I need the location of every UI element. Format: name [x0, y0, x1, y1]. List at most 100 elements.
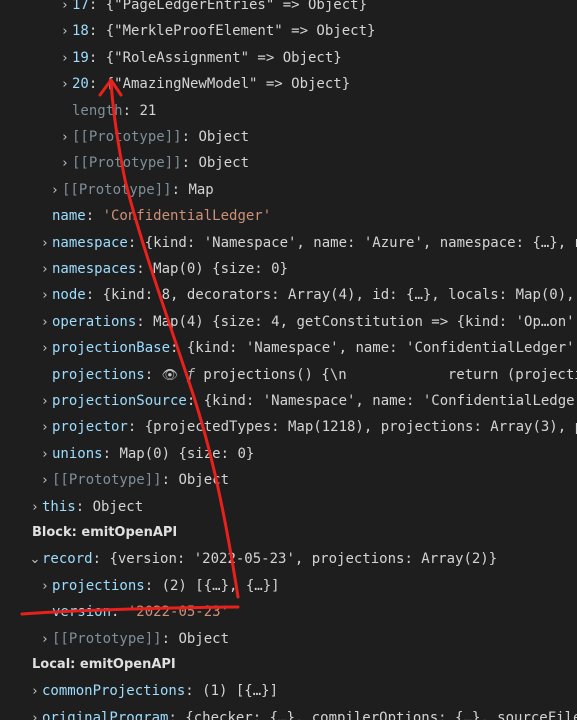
variable-name: commonProjections — [42, 683, 186, 700]
variable-name: 20 — [72, 76, 89, 93]
variable-row[interactable]: › 19: {"RoleAssignment" => Object} — [0, 45, 577, 71]
chevron-right-icon[interactable]: › — [28, 679, 42, 704]
variable-name: 17 — [72, 0, 89, 13]
chevron-right-icon[interactable]: › — [38, 574, 52, 599]
chevron-right-icon[interactable]: › — [38, 231, 52, 256]
variable-name: [[Prototype]] — [62, 181, 172, 198]
variable-row[interactable]: › node: {kind: 8, decorators: Array(4), i… — [0, 282, 577, 308]
variable-row[interactable]: name: 'ConfidentialLedger' — [0, 203, 577, 229]
variable-name: unions — [52, 445, 103, 462]
separator: : — [75, 498, 93, 515]
variable-name: name — [52, 208, 86, 225]
variable-row[interactable]: › projector: {projectedTypes: Map(1218), … — [0, 414, 577, 440]
variable-value: '2022-05-23' — [127, 604, 230, 621]
separator: : — [185, 683, 203, 700]
chevron-right-icon[interactable]: › — [38, 627, 52, 652]
variable-name: projectionBase — [52, 340, 171, 357]
chevron-right-icon[interactable]: › — [38, 468, 52, 493]
variable-row[interactable]: › operations: Map(4) {size: 4, getConstit… — [0, 309, 577, 335]
separator: : — [85, 208, 103, 225]
chevron-right-icon[interactable]: › — [28, 706, 42, 720]
variable-value: Object — [198, 129, 250, 145]
variable-name: version — [52, 604, 112, 621]
chevron-right-icon[interactable]: › — [48, 178, 62, 203]
variable-name: namespaces — [52, 261, 137, 277]
variable-row[interactable]: › this: Object — [0, 494, 577, 520]
variable-row[interactable]: › [[Prototype]]: Object — [0, 124, 577, 150]
variable-name: [[Prototype]] — [72, 129, 182, 145]
variable-row[interactable]: › 18: {"MerkleProofElement" => Object} — [0, 18, 577, 44]
variable-value: {kind: 'Namespace', name: 'ConfidentialL… — [186, 340, 577, 357]
variable-row[interactable]: projections: 👁 ƒ projections() {\n retur… — [0, 362, 577, 388]
variable-row[interactable]: › unions: Map(0) {size: 0} — [0, 441, 577, 467]
variable-row[interactable]: › 17: {"PageLedgerEntries" => Object} — [0, 0, 577, 18]
variable-row[interactable]: › originalProgram: {checker: {…}, compile… — [0, 705, 577, 720]
variable-row[interactable]: › projectionSource: {kind: 'Namespace', n… — [0, 388, 577, 414]
chevron-right-icon[interactable]: › — [38, 389, 52, 414]
separator: : — [88, 23, 106, 40]
chevron-right-icon[interactable]: › — [58, 19, 72, 44]
variable-row[interactable]: ⌄ record: {version: '2022-05-23', project… — [0, 546, 577, 572]
chevron-right-icon[interactable]: › — [58, 125, 72, 150]
separator: : — [144, 577, 162, 594]
section-title: Local: emitOpenAPI — [32, 657, 176, 672]
separator: : — [181, 129, 199, 145]
chevron-down-icon[interactable]: ⌄ — [28, 547, 42, 572]
scope-section-header[interactable]: Local: emitOpenAPI — [0, 652, 577, 678]
variable-value: 'ConfidentialLedger' — [102, 208, 272, 225]
variable-name: [[Prototype]] — [72, 155, 182, 172]
variable-value: {version: '2022-05-23', projections: Arr… — [109, 551, 498, 568]
variable-row[interactable]: › projectionBase: {kind: 'Namespace', nam… — [0, 335, 577, 361]
chevron-right-icon[interactable]: › — [38, 415, 52, 440]
chevron-right-icon[interactable]: › — [58, 46, 72, 71]
chevron-right-icon[interactable]: › — [28, 495, 42, 520]
eye-icon[interactable]: 👁 — [162, 368, 179, 383]
variable-row[interactable]: › namespace: {kind: 'Namespace', name: 'A… — [0, 230, 577, 256]
separator: : — [122, 102, 140, 119]
variable-value: Object — [198, 155, 250, 172]
variable-value: 21 — [139, 102, 157, 119]
variable-value: projections() {\n return (projection — [194, 366, 577, 383]
variable-value: Object — [178, 472, 230, 489]
chevron-right-icon[interactable]: › — [38, 442, 52, 467]
debug-variables-panel: › 17: {"PageLedgerEntries" => Object} › 18:… — [0, 0, 577, 720]
chevron-right-icon[interactable]: › — [38, 283, 52, 308]
chevron-right-icon[interactable]: › — [38, 257, 52, 282]
separator: : — [168, 709, 186, 720]
variable-row[interactable]: › 20: {"AmazingNewModel" => Object} — [0, 71, 577, 97]
chevron-right-icon[interactable]: › — [38, 336, 52, 361]
variable-row[interactable]: › commonProjections: (1) [{…}] — [0, 678, 577, 704]
variable-value: Object — [178, 630, 230, 647]
separator: : — [102, 445, 120, 462]
separator: : — [88, 0, 106, 13]
variable-row[interactable]: › [[Prototype]]: Object — [0, 150, 577, 176]
variable-value: {checker: {…}, compilerOptions: {…}, sou… — [185, 709, 577, 720]
variable-name: operations — [52, 313, 137, 330]
separator: : — [136, 313, 154, 330]
variable-value: (2) [{…}, {…}] — [161, 577, 280, 594]
function-icon: ƒ — [186, 366, 195, 383]
variable-value: Map(0) {size: 0} — [153, 261, 289, 277]
separator: : — [88, 49, 106, 66]
variable-name: node — [52, 287, 86, 304]
separator: : — [186, 393, 204, 409]
variable-row[interactable]: › [[Prototype]]: Object — [0, 626, 577, 652]
chevron-right-icon[interactable]: › — [38, 310, 52, 335]
variable-row[interactable]: length: 21 — [0, 98, 577, 124]
variable-row[interactable]: › [[Prototype]]: Map — [0, 177, 577, 203]
variable-row[interactable]: › [[Prototype]]: Object — [0, 467, 577, 493]
chevron-right-icon[interactable]: › — [58, 0, 72, 18]
variable-row[interactable]: › namespaces: Map(0) {size: 0} — [0, 256, 577, 282]
chevron-right-icon[interactable]: › — [58, 151, 72, 176]
variable-value: Map(4) {size: 4, getConstitution => {kin… — [153, 313, 577, 330]
variable-name: projections — [52, 577, 145, 594]
variable-row[interactable]: › projections: (2) [{…}, {…}] — [0, 573, 577, 599]
variable-name: projector — [52, 419, 128, 436]
variable-row[interactable]: version: '2022-05-23' — [0, 599, 577, 625]
scope-section-header[interactable]: Block: emitOpenAPI — [0, 520, 577, 546]
separator: : — [111, 604, 128, 621]
variable-value: (1) [{…}] — [202, 683, 279, 700]
variable-value: {kind: 'Namespace', name: 'Azure', names… — [144, 234, 577, 251]
chevron-right-icon[interactable]: › — [58, 72, 72, 97]
variable-name: projectionSource — [52, 393, 187, 409]
